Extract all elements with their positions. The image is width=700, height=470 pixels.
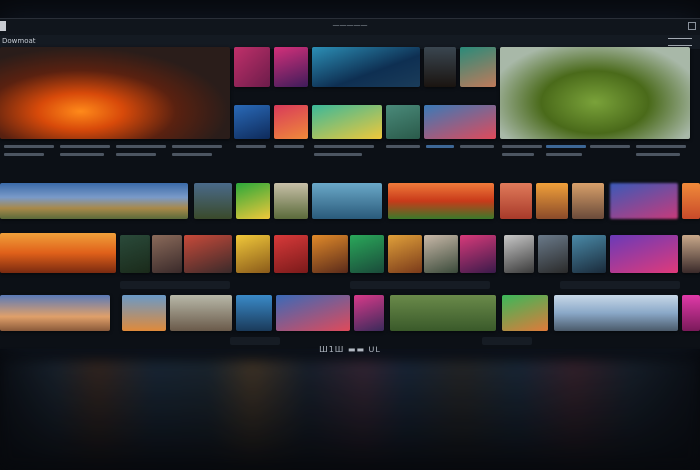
status-text: Ш1Ш ▬▬ ᑌᒪ bbox=[319, 345, 381, 354]
menu-icon[interactable] bbox=[668, 38, 692, 46]
media-tile[interactable] bbox=[502, 295, 548, 331]
media-tile[interactable] bbox=[0, 295, 110, 331]
meta-line bbox=[4, 145, 54, 148]
media-tile[interactable] bbox=[312, 47, 420, 87]
status-bar: Ш1Ш ▬▬ ᑌᒪ bbox=[0, 342, 700, 358]
meta-line bbox=[116, 153, 156, 156]
media-tile[interactable] bbox=[424, 47, 456, 87]
meta-line bbox=[60, 153, 104, 156]
meta-line bbox=[636, 145, 686, 148]
meta-line bbox=[172, 153, 212, 156]
media-tile[interactable] bbox=[312, 235, 348, 273]
meta-line bbox=[4, 153, 44, 156]
screen-reflection bbox=[0, 360, 700, 470]
meta-line bbox=[60, 145, 110, 148]
media-tile[interactable] bbox=[194, 183, 232, 219]
media-tile[interactable] bbox=[682, 235, 700, 273]
media-tile[interactable] bbox=[312, 183, 382, 219]
media-tile[interactable] bbox=[274, 183, 308, 219]
title-bar: ————— bbox=[0, 19, 700, 36]
meta-line bbox=[314, 153, 362, 156]
row-scrollbar[interactable] bbox=[120, 281, 230, 289]
media-tile[interactable] bbox=[390, 295, 496, 331]
meta-line bbox=[386, 145, 420, 148]
menu-label[interactable]: Dowmoat bbox=[2, 37, 36, 45]
media-tile[interactable] bbox=[234, 47, 270, 87]
media-tile[interactable] bbox=[388, 235, 422, 273]
media-tile[interactable] bbox=[274, 105, 308, 139]
media-tile[interactable] bbox=[236, 295, 272, 331]
row-scrollbar[interactable] bbox=[560, 281, 680, 289]
media-tile[interactable] bbox=[460, 47, 496, 87]
meta-line bbox=[546, 145, 586, 148]
media-tile[interactable] bbox=[354, 295, 384, 331]
media-tile[interactable] bbox=[120, 235, 150, 273]
media-tile[interactable] bbox=[0, 183, 188, 219]
media-tile[interactable] bbox=[572, 183, 604, 219]
meta-line bbox=[636, 153, 680, 156]
media-tile[interactable] bbox=[276, 295, 350, 331]
media-tile[interactable] bbox=[424, 235, 458, 273]
media-tile[interactable] bbox=[572, 235, 606, 273]
meta-line bbox=[502, 145, 542, 148]
meta-line bbox=[460, 145, 494, 148]
media-tile[interactable] bbox=[500, 183, 532, 219]
media-tile[interactable] bbox=[682, 295, 700, 331]
media-tile[interactable] bbox=[610, 235, 678, 273]
media-tile[interactable] bbox=[388, 183, 494, 219]
media-tile[interactable] bbox=[538, 235, 568, 273]
media-tile[interactable] bbox=[122, 295, 166, 331]
media-tile[interactable] bbox=[424, 105, 496, 139]
media-tile[interactable] bbox=[170, 295, 232, 331]
media-tile[interactable] bbox=[460, 235, 496, 273]
meta-line bbox=[172, 145, 222, 148]
meta-line bbox=[116, 145, 166, 148]
meta-line bbox=[426, 145, 454, 148]
window-title: ————— bbox=[332, 21, 368, 29]
meta-line bbox=[590, 145, 630, 148]
media-tile[interactable] bbox=[386, 105, 420, 139]
media-tile[interactable] bbox=[274, 235, 308, 273]
meta-line bbox=[236, 145, 266, 148]
media-tile[interactable] bbox=[500, 47, 690, 139]
media-tile[interactable] bbox=[234, 105, 270, 139]
media-tile[interactable] bbox=[312, 105, 382, 139]
media-tile[interactable] bbox=[0, 233, 116, 273]
monitor-screen: ————— Dowmoat bbox=[0, 18, 700, 349]
meta-line bbox=[314, 145, 374, 148]
meta-line bbox=[274, 145, 304, 148]
media-tile[interactable] bbox=[350, 235, 384, 273]
media-tile[interactable] bbox=[536, 183, 568, 219]
media-tile[interactable] bbox=[152, 235, 182, 273]
media-tile[interactable] bbox=[554, 295, 678, 331]
media-tile[interactable] bbox=[682, 183, 700, 219]
media-tile[interactable] bbox=[0, 47, 230, 139]
media-tile[interactable] bbox=[610, 183, 678, 219]
media-tile[interactable] bbox=[236, 235, 270, 273]
media-tile[interactable] bbox=[236, 183, 270, 219]
media-tile[interactable] bbox=[504, 235, 534, 273]
media-tile[interactable] bbox=[274, 47, 308, 87]
meta-line bbox=[546, 153, 582, 156]
meta-line bbox=[502, 153, 534, 156]
window-close-icon[interactable] bbox=[688, 22, 696, 30]
row-scrollbar[interactable] bbox=[350, 281, 490, 289]
media-tile[interactable] bbox=[184, 235, 232, 273]
